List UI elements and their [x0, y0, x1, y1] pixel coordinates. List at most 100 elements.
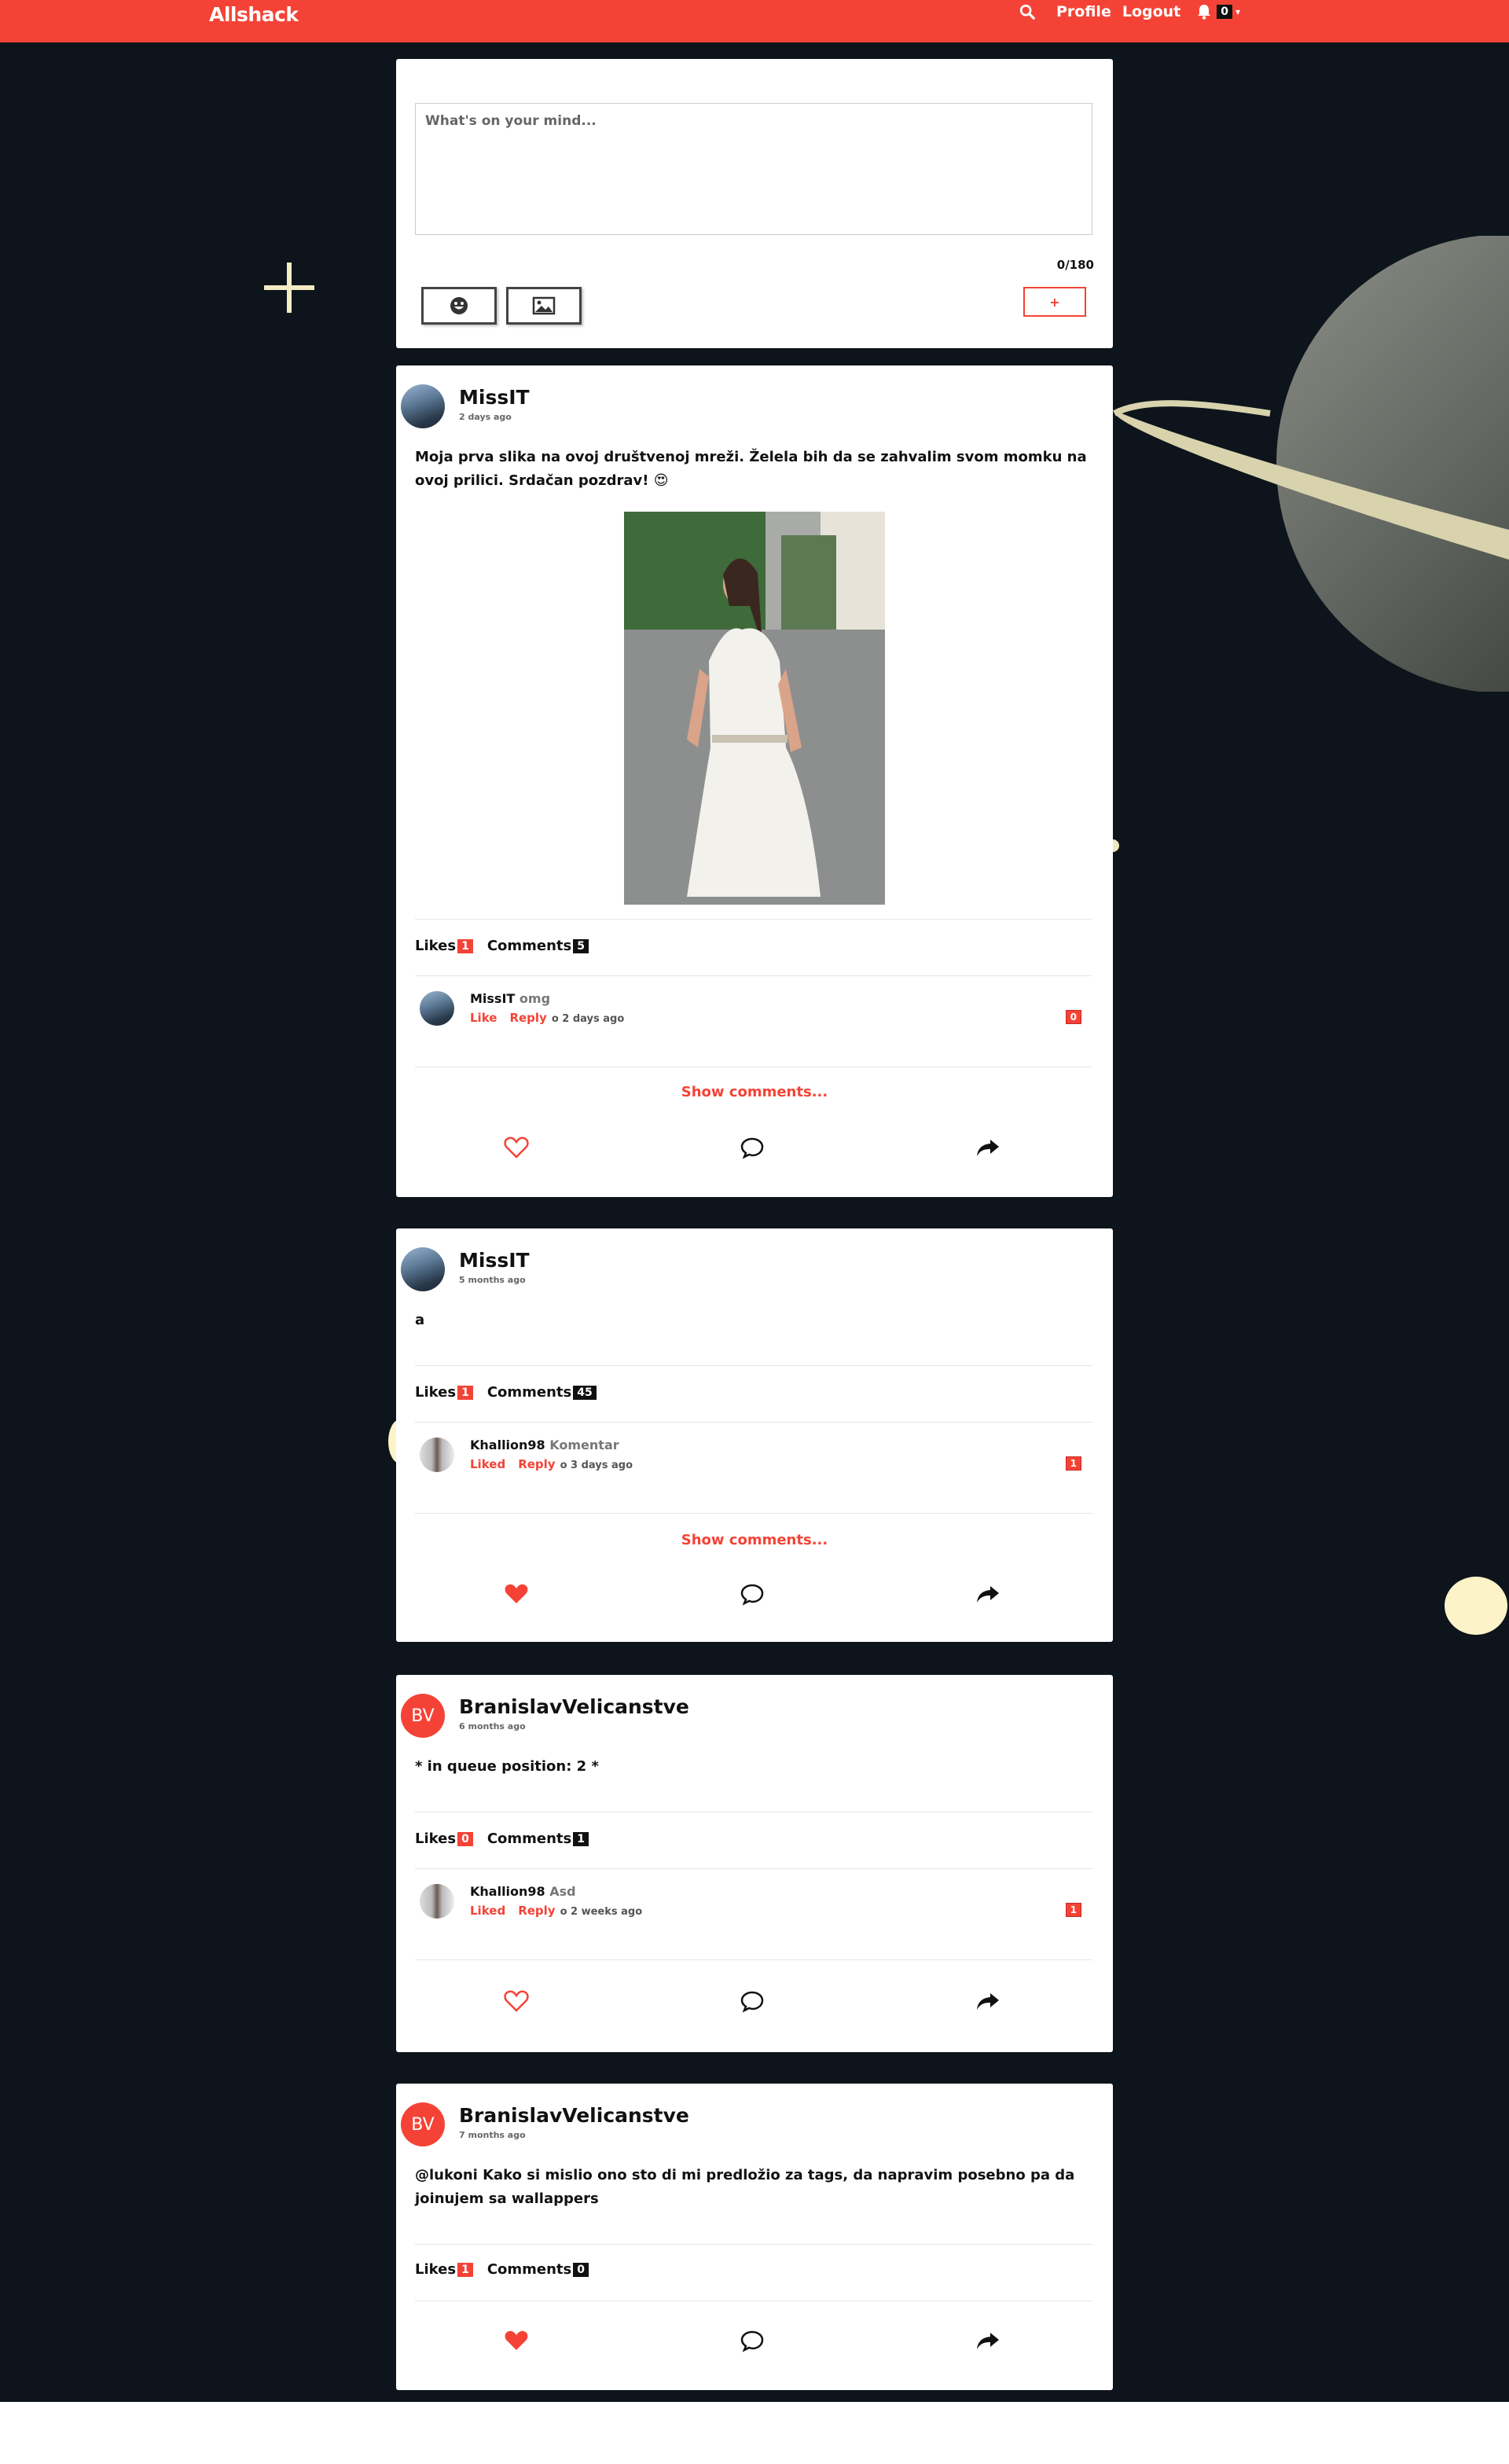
- post-text: * in queue position: 2 *: [415, 1758, 599, 1775]
- likes-label[interactable]: Likes: [415, 1831, 456, 1847]
- avatar[interactable]: [401, 1247, 445, 1291]
- post-time: 2 days ago: [459, 412, 512, 422]
- emoji-button[interactable]: [421, 287, 497, 325]
- comment-reply-link[interactable]: Reply: [518, 1457, 555, 1471]
- decorative-planet: [1113, 236, 1509, 692]
- avatar[interactable]: [401, 384, 445, 428]
- comments-count-badge: 0: [573, 2262, 589, 2277]
- comment-time: o 2 weeks ago: [560, 1906, 643, 1918]
- comments-label[interactable]: Comments: [487, 1831, 571, 1847]
- post-author[interactable]: BranislavVelicanstve: [459, 1695, 689, 1718]
- comments-count-badge: 45: [573, 1385, 597, 1400]
- post-composer: 0/180 +: [396, 59, 1113, 348]
- post-card: MissIT 5 months ago a Likes 1 Comments 4…: [396, 1228, 1113, 1642]
- comment-item: Khallion98 Komentar Liked Reply o 3 days a…: [420, 1438, 1088, 1485]
- photo-woman-white-dress: [624, 512, 885, 905]
- likes-label[interactable]: Likes: [415, 1384, 456, 1401]
- likes-label[interactable]: Likes: [415, 2261, 456, 2278]
- image-icon: [532, 296, 556, 315]
- heart-icon[interactable]: [503, 1581, 530, 1607]
- comment-icon[interactable]: [739, 1988, 766, 2014]
- bell-icon[interactable]: [1196, 3, 1212, 20]
- avatar[interactable]: [420, 1884, 454, 1919]
- post-author[interactable]: MissIT: [459, 386, 530, 409]
- decorative-plus-star: [264, 263, 314, 313]
- post-header: BV BranislavVelicanstve 6 months ago: [401, 1694, 689, 1738]
- caret-down-icon[interactable]: ▾: [1235, 6, 1240, 17]
- comment-user[interactable]: Khallion98: [470, 1438, 545, 1452]
- comment-item: MissIT omg Like Reply o 2 days ago 0: [420, 991, 1088, 1038]
- likes-count-badge: 1: [457, 2262, 473, 2277]
- post-time: 7 months ago: [459, 2130, 526, 2140]
- submit-post-button[interactable]: +: [1023, 287, 1086, 317]
- share-icon[interactable]: [975, 2327, 1001, 2354]
- post-author[interactable]: BranislavVelicanstve: [459, 2104, 689, 2127]
- comments-label[interactable]: Comments: [487, 938, 571, 954]
- post-author[interactable]: MissIT: [459, 1249, 530, 1272]
- post-header: MissIT 2 days ago: [401, 384, 530, 428]
- comment-icon[interactable]: [739, 1134, 766, 1161]
- nav-right: Profile Logout 0 ▾: [1019, 3, 1240, 20]
- comment-item: Khallion98 Asd Liked Reply o 2 weeks ago 1: [420, 1884, 1088, 1931]
- avatar[interactable]: BV: [401, 2102, 445, 2146]
- post-stats: Likes 1 Comments 45: [415, 1384, 597, 1401]
- comment-time: o 2 days ago: [551, 1013, 625, 1025]
- share-icon[interactable]: [975, 1134, 1001, 1161]
- post-image[interactable]: [624, 512, 885, 905]
- show-comments-link[interactable]: Show comments...: [396, 1084, 1113, 1100]
- comment-like-count: 1: [1065, 1903, 1081, 1917]
- post-header: MissIT 5 months ago: [401, 1247, 530, 1291]
- avatar[interactable]: BV: [401, 1694, 445, 1738]
- heart-icon[interactable]: [503, 2327, 530, 2354]
- comment-like-count: 1: [1065, 1456, 1081, 1471]
- post-stats: Likes 0 Comments 1: [415, 1831, 589, 1847]
- likes-count-badge: 1: [457, 1385, 473, 1400]
- comment-like-count: 0: [1065, 1010, 1081, 1024]
- likes-count-badge: 0: [457, 1831, 473, 1846]
- divider: [415, 975, 1092, 976]
- divider: [415, 2244, 1092, 2245]
- heart-icon[interactable]: [503, 1988, 530, 2014]
- divider: [415, 1365, 1092, 1366]
- divider: [415, 1422, 1092, 1423]
- post-text: @lukoni Kako si mislio ono sto di mi pre…: [415, 2167, 1075, 2207]
- post-actions: [396, 1581, 1113, 1612]
- search-icon[interactable]: [1019, 3, 1036, 20]
- brand-logo[interactable]: Allshack: [209, 3, 299, 26]
- post-card: MissIT 2 days ago Moja prva slika na ovo…: [396, 365, 1113, 1197]
- comments-count-badge: 5: [573, 938, 589, 953]
- share-icon[interactable]: [975, 1581, 1001, 1607]
- divider: [415, 919, 1092, 920]
- image-upload-button[interactable]: [506, 287, 582, 325]
- avatar[interactable]: [420, 1438, 454, 1472]
- share-icon[interactable]: [975, 1988, 1001, 2014]
- avatar[interactable]: [420, 991, 454, 1026]
- comment-like-link[interactable]: Liked: [470, 1904, 505, 1918]
- nav-profile-link[interactable]: Profile: [1056, 3, 1111, 20]
- post-card: BV BranislavVelicanstve 6 months ago * i…: [396, 1675, 1113, 2052]
- likes-label[interactable]: Likes: [415, 938, 456, 954]
- smile-icon: [450, 297, 468, 314]
- post-actions: [396, 2327, 1113, 2359]
- comment-reply-link[interactable]: Reply: [518, 1904, 555, 1918]
- comments-count-badge: 1: [573, 1831, 589, 1846]
- show-comments-link[interactable]: Show comments...: [396, 1532, 1113, 1548]
- post-actions: [396, 1988, 1113, 2019]
- comment-text: omg: [519, 991, 551, 1006]
- likes-count-badge: 1: [457, 938, 473, 953]
- comment-icon[interactable]: [739, 2327, 766, 2354]
- page-footer-area: [0, 2402, 1509, 2464]
- comment-user[interactable]: MissIT: [470, 991, 515, 1006]
- comment-icon[interactable]: [739, 1581, 766, 1607]
- comment-like-link[interactable]: Like: [470, 1011, 497, 1025]
- post-input[interactable]: [415, 103, 1092, 235]
- comments-label[interactable]: Comments: [487, 2261, 571, 2278]
- notification-count-badge: 0: [1217, 5, 1233, 19]
- comment-reply-link[interactable]: Reply: [509, 1011, 546, 1025]
- heart-icon[interactable]: [503, 1134, 530, 1161]
- comments-label[interactable]: Comments: [487, 1384, 571, 1401]
- top-navbar: Allshack Profile Logout 0 ▾: [0, 0, 1509, 42]
- nav-logout-link[interactable]: Logout: [1122, 3, 1180, 20]
- comment-user[interactable]: Khallion98: [470, 1884, 545, 1899]
- comment-like-link[interactable]: Liked: [470, 1457, 505, 1471]
